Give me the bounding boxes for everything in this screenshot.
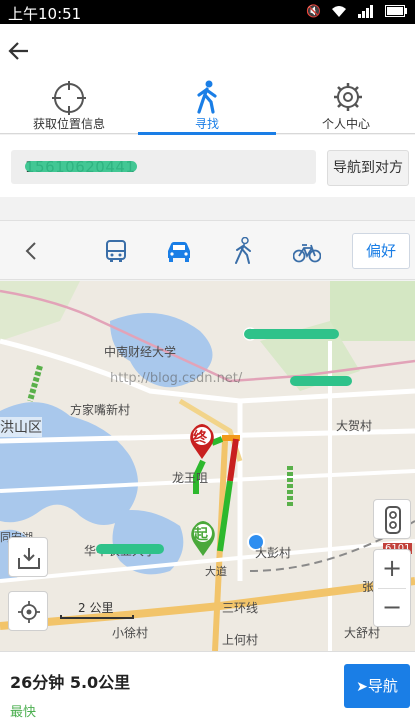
zoom-out-button[interactable]: − (374, 589, 410, 627)
route-summary-panel: 26分钟 5.0公里 最快 ➤导航 (0, 651, 415, 722)
contact-row: 15610620441 导航到对方 (0, 135, 415, 197)
locate-me-button[interactable] (8, 591, 48, 631)
map-watermark: http://blog.csdn.net/ (110, 371, 243, 386)
start-navigation-label: 导航 (367, 677, 398, 695)
map-redaction (244, 329, 339, 339)
crosshair-icon (52, 81, 86, 115)
status-icons: 🔇 (306, 4, 407, 18)
start-marker-label: 起 (194, 527, 208, 543)
tab-find-label: 寻找 (194, 117, 219, 131)
map-view[interactable]: 终 起 洪山区 方家嘴新村 龙王咀 大彭村 大贺村 张家庄 三环线 小徐村 上何… (0, 281, 415, 651)
status-bar: 上午10:51 🔇 (0, 0, 415, 24)
walk-mode-icon[interactable] (232, 237, 254, 265)
bus-icon[interactable] (104, 239, 128, 263)
zoom-in-button[interactable]: + (374, 550, 410, 588)
end-marker[interactable]: 终 (188, 424, 216, 460)
phone-redaction (25, 161, 137, 172)
tab-get-location-label: 获取位置信息 (32, 117, 105, 131)
chevron-left-icon[interactable] (24, 241, 38, 261)
map-label-longwang: 龙王咀 (172, 471, 209, 485)
map-label-ring: 三环线 (222, 601, 259, 615)
map-label-shanghe: 上何村 (222, 633, 259, 647)
mute-icon: 🔇 (306, 4, 321, 18)
map-label-univ-top: 中南财经大学 (104, 345, 177, 359)
map-redaction (290, 376, 352, 386)
locate-icon (18, 601, 40, 623)
tab-personal-center-label: 个人中心 (321, 117, 370, 131)
map-label-xiaoxu: 小徐村 (112, 626, 149, 640)
tab-personal-center[interactable]: 个人中心 (277, 80, 415, 134)
start-navigation-button[interactable]: ➤导航 (344, 664, 410, 708)
map-label-district: 洪山区 (0, 417, 42, 437)
battery-icon (385, 5, 407, 17)
map-label-road: 大道 (205, 565, 227, 578)
bicycle-icon[interactable] (293, 241, 321, 263)
walking-person-icon (197, 80, 217, 114)
share-tray-icon (18, 548, 40, 569)
back-arrow-icon[interactable] (8, 40, 30, 62)
share-route-button[interactable] (8, 537, 48, 577)
end-marker-label: 终 (193, 430, 207, 446)
map-redaction (96, 544, 164, 554)
wifi-icon (332, 6, 346, 17)
map-scale: 2 公里 (60, 599, 134, 623)
gear-icon (334, 83, 362, 111)
route-duration-distance: 26分钟 5.0公里 (10, 673, 131, 692)
start-marker[interactable]: 起 (189, 521, 217, 557)
map-label-village: 方家嘴新村 (70, 403, 131, 417)
signal-icon (358, 5, 373, 18)
travel-mode-bar: 偏好 (0, 220, 415, 280)
zoom-control: + − (373, 549, 411, 627)
map-label-dapeng: 大彭村 (255, 546, 292, 560)
preference-button[interactable]: 偏好 (352, 233, 410, 269)
map-label-dagong: 大贺村 (336, 419, 373, 433)
status-time: 上午10:51 (8, 5, 82, 23)
route-tag: 最快 (10, 705, 37, 720)
traffic-light-icon (385, 506, 401, 534)
map-scale-label: 2 公里 (78, 601, 114, 615)
traffic-toggle-button[interactable] (373, 499, 411, 539)
tab-get-location[interactable]: 获取位置信息 (0, 80, 138, 134)
car-icon[interactable] (166, 239, 192, 263)
tab-bar: 获取位置信息 寻找 个人中心 (0, 80, 415, 135)
tab-find[interactable]: 寻找 (138, 80, 276, 135)
map-scale-bar (60, 615, 134, 619)
navigate-to-contact-button[interactable]: 导航到对方 (327, 150, 409, 186)
map-base (0, 281, 415, 651)
top-bar (0, 24, 415, 80)
phone-field[interactable]: 15610620441 (11, 150, 316, 184)
navigation-arrow-icon: ➤ (356, 679, 368, 695)
